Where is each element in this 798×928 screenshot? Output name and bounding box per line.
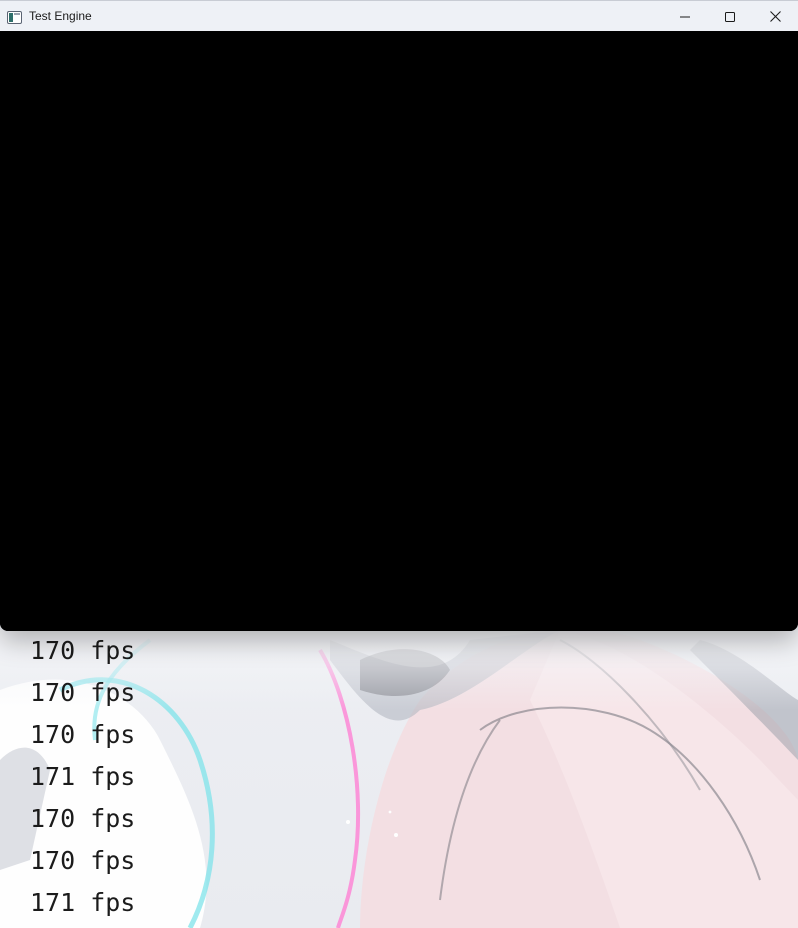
- fps-log-line: 170 fps: [30, 804, 136, 833]
- fps-log-line: 171 fps: [30, 762, 136, 791]
- close-button[interactable]: [752, 1, 798, 32]
- title-bar[interactable]: Test Engine: [0, 0, 798, 31]
- fps-log-line: 170 fps: [30, 846, 136, 875]
- maximize-button[interactable]: [707, 1, 753, 32]
- fps-log-line: 170 fps: [30, 720, 136, 749]
- fps-log-line: 170 fps: [30, 636, 136, 665]
- render-canvas[interactable]: [0, 31, 798, 631]
- app-window: Test Engine: [0, 0, 798, 631]
- minimize-icon: [680, 16, 690, 17]
- maximize-icon: [725, 11, 735, 22]
- fps-log: 170 fps 170 fps 170 fps 171 fps 170 fps …: [30, 630, 330, 924]
- fps-log-line: 170 fps: [30, 678, 136, 707]
- minimize-button[interactable]: [662, 1, 708, 32]
- close-icon: [769, 11, 781, 22]
- app-icon: [7, 9, 22, 24]
- window-title: Test Engine: [29, 9, 92, 23]
- fps-log-line: 171 fps: [30, 888, 136, 917]
